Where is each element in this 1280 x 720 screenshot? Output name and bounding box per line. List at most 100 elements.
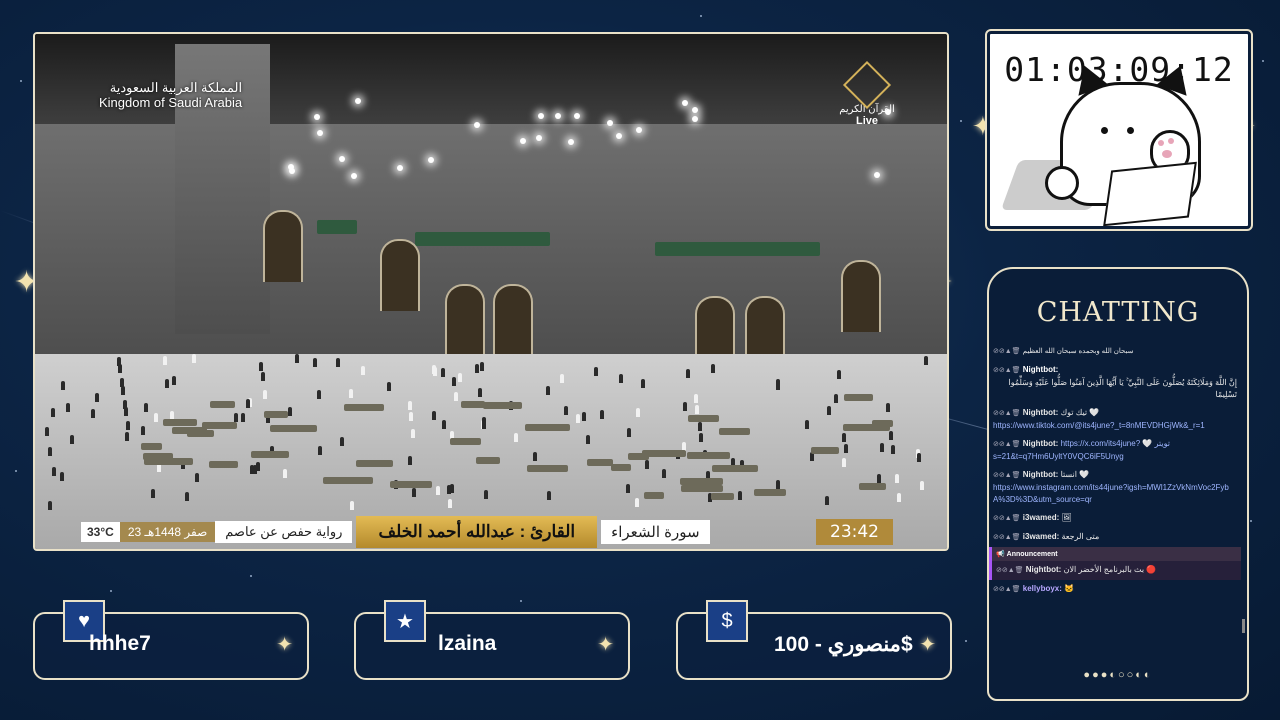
pilgrim [626,484,631,494]
video-arch [445,284,485,356]
lamp-light [616,132,623,139]
prayer-mat [610,464,632,472]
riwaya-label: رواية حفص عن عاصم [215,521,353,543]
lamp-light [317,129,324,136]
pilgrim [826,405,831,415]
chat-username[interactable]: Nightbot: [1023,439,1059,448]
prayer-mat [811,447,839,455]
chat-link[interactable]: s=21&t=q7Hm6UyltY0VQC6iF5Unyg [993,451,1237,463]
pilgrim [885,402,890,412]
pilgrim [636,407,641,417]
chat-message: ⊘⊘▲🗑 سبحان الله وبحمده سبحان الله العظيم [989,342,1241,361]
prayer-mat [858,483,886,491]
chat-username[interactable]: i3wamed: [1023,513,1059,522]
chat-username[interactable]: Nightbot: [1023,365,1059,374]
pilgrim [60,381,65,391]
chat-title: CHATTING [1036,297,1200,328]
megaphone-icon: 📢 [996,551,1005,558]
lamp-light [536,134,543,141]
prayer-mat [643,491,664,499]
prayer-mat [681,484,724,492]
pilgrim [842,457,847,467]
pilgrim [431,410,436,420]
pilgrim [546,491,551,501]
prayer-mat [250,450,290,458]
announcement-header: 📢 Announcement [989,547,1241,561]
pilgrim [833,393,838,403]
pilgrim [644,460,649,470]
mod-icons: ⊘⊘▲🗑 [993,515,1021,522]
pilgrim [450,483,455,493]
pilgrim [920,481,925,491]
chat-username[interactable]: Nightbot: [1023,470,1059,479]
chat-message-list[interactable]: ⊘⊘▲🗑 سبحان الله وبحمده سبحان الله العظيم… [989,342,1241,642]
lamp-light [635,126,642,133]
emblem-icon [842,60,892,110]
prayer-mat [263,410,289,418]
live-video-frame[interactable]: المملكة العربية السعودية Kingdom of Saud… [33,32,949,551]
chat-username[interactable]: Nightbot: [1023,408,1059,417]
mod-icons: ⊘⊘▲🗑 [993,472,1021,479]
prayer-mat [688,414,719,422]
chat-message: ⊘⊘▲🗑 Nightbot: انستا 🤍 https://www.insta… [989,466,1241,509]
pilgrim [259,361,264,371]
lamp-light [538,112,545,119]
chat-panel: CHATTING ⊘⊘▲🗑 سبحان الله وبحمده سبحان ال… [987,267,1249,701]
chat-username[interactable]: i3wamed: [1023,532,1059,541]
pilgrim [169,410,174,420]
pilgrim [150,488,155,498]
mod-icons: ⊘⊘▲🗑 [993,348,1021,355]
pilgrim [241,412,246,422]
pilgrim [454,391,459,401]
pilgrim [154,412,158,422]
prayer-mat [680,477,723,485]
pilgrim [697,422,702,432]
pilgrim [162,355,167,365]
pilgrim [889,431,894,441]
pilgrim [837,369,842,379]
prayer-mat [871,420,894,428]
lamp-light [873,171,880,178]
video-roof [415,232,550,246]
pilgrim [246,399,251,409]
announcement-label: Announcement [1006,551,1058,558]
pilgrim [234,413,239,423]
pilgrim [59,471,64,481]
lamp-light [574,112,580,119]
pilgrim [165,378,170,388]
follower-name: hhhe7 [89,632,151,655]
pilgrim [513,433,518,443]
chat-link[interactable]: https://www.instagram.com/its44june?igsh… [993,482,1237,506]
watermark-english: Kingdom of Saudi Arabia [99,95,243,110]
chat-username[interactable]: kellyboyx: [1023,584,1062,593]
chat-scrollbar[interactable] [1242,619,1245,633]
dollar-icon: $ [706,600,748,642]
prayer-mat [527,464,569,472]
emote-icon: 🐱 [1064,584,1075,593]
prayer-mat [461,400,485,408]
pilgrim [312,358,317,368]
surah-label: سورة الشعراء [601,520,710,544]
pilgrim [66,402,71,412]
pilgrim [448,499,453,509]
chat-link[interactable]: https://www.tiktok.com/@its4june?_t=8nME… [993,420,1237,432]
pilgrim [575,414,580,424]
pilgrim [877,474,882,484]
pilgrim [52,467,57,477]
star-icon: ★ [384,600,426,642]
prayer-mat [323,476,373,484]
pilgrim [626,427,631,437]
emote-icon: 🖼 [1061,513,1072,522]
pilgrim [685,369,690,379]
chat-text: سبحان الله وبحمده سبحان الله العظيم [1022,348,1134,355]
pilgrim [94,392,99,402]
top-follower-card: ♥ hhhe7 ✦ [33,600,309,680]
chat-pager[interactable]: ●●●◐○○◐◐ [989,669,1247,681]
prayer-mat [483,401,522,409]
pilgrim [594,366,599,376]
pilgrim [124,431,129,441]
pilgrim [192,354,197,364]
chat-username[interactable]: Nightbot: [1026,565,1062,574]
pilgrim [410,428,415,438]
pilgrim [895,473,900,483]
